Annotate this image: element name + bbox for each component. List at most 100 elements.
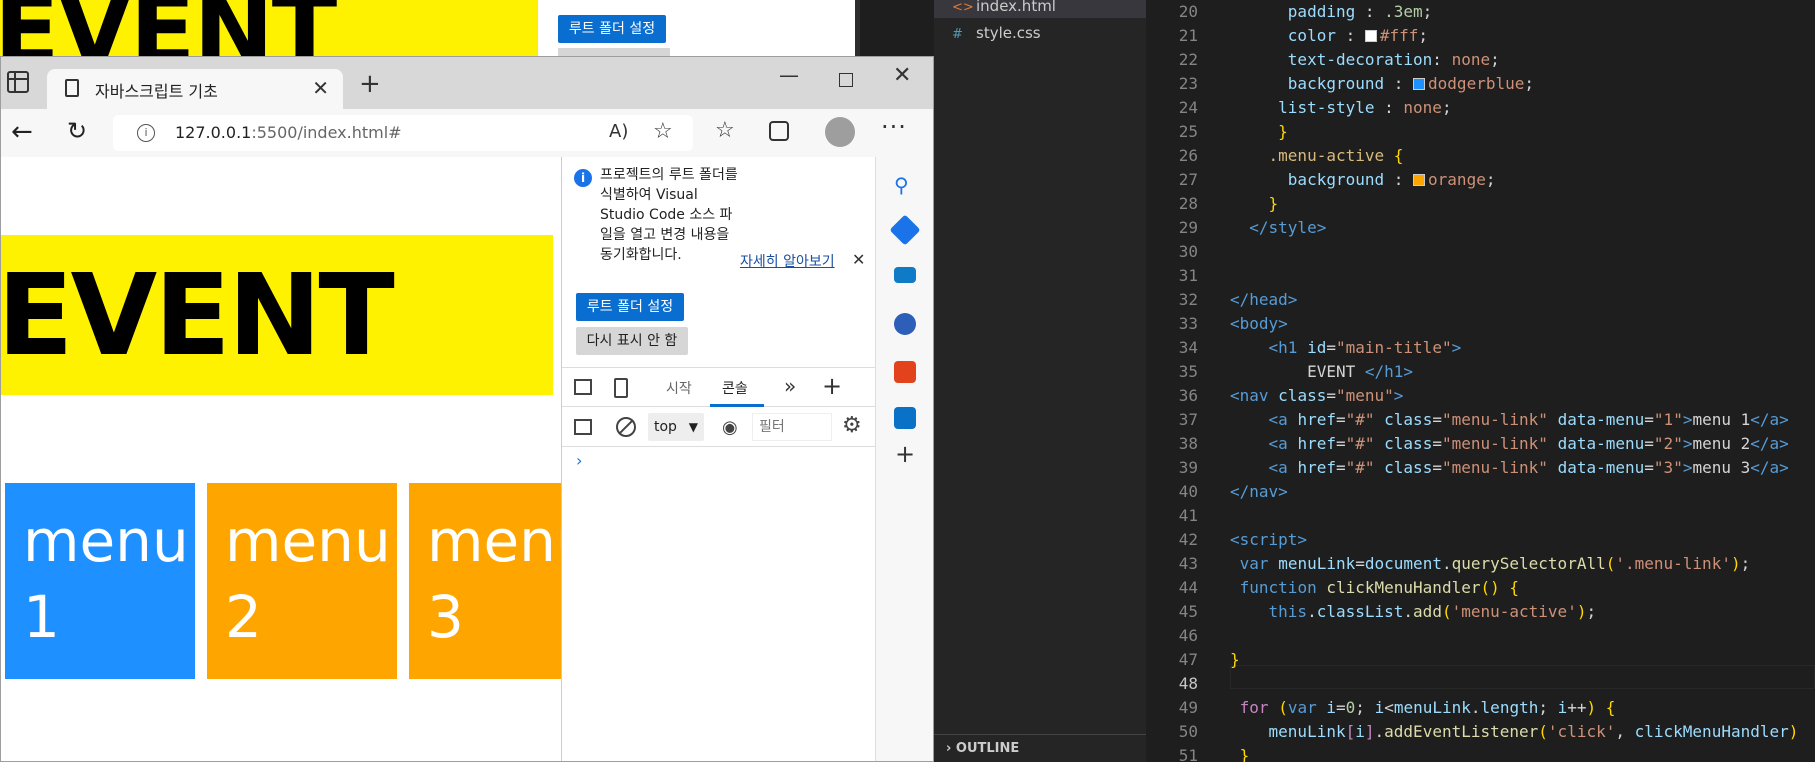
window-close-icon[interactable]: ✕ — [893, 63, 911, 88]
background-dont-show-button[interactable] — [558, 48, 670, 56]
code-line: 37 <a href="#" class="menu-link" data-me… — [1146, 408, 1815, 432]
read-aloud-icon[interactable]: A) — [609, 121, 628, 142]
js-keyword: function — [1239, 578, 1317, 597]
gear-icon[interactable]: ⚙ — [842, 413, 862, 438]
site-info-icon[interactable]: i — [137, 124, 155, 142]
console-toolbar: top ▼ ◉ ⚙ — [562, 407, 876, 447]
html-tag: <h1 — [1268, 338, 1298, 357]
html-attr: href — [1297, 458, 1336, 477]
line-number: 33 — [1178, 314, 1198, 333]
menu-link-2[interactable]: menu 2 — [207, 483, 397, 679]
devtools-tabs: 시작 콘솔 » + — [562, 367, 876, 407]
file-index-html[interactable]: <> index.html — [952, 0, 1056, 15]
code-line: 47} — [1146, 648, 1815, 672]
line-number: 28 — [1178, 194, 1198, 213]
color-swatch[interactable] — [1413, 78, 1426, 90]
code-line: 22 text-decoration: none; — [1146, 48, 1815, 72]
css-value: .3em — [1384, 2, 1423, 21]
js-variable: clickMenuHandler — [1634, 722, 1789, 741]
learn-more-link[interactable]: 자세히 알아보기 — [740, 251, 835, 271]
tab-actions-icon[interactable] — [7, 71, 29, 93]
add-tool-icon[interactable]: + — [822, 372, 842, 400]
line-number: 40 — [1178, 482, 1198, 501]
code-line: 21 color : #fff; — [1146, 24, 1815, 48]
file-style-css[interactable]: # style.css — [952, 24, 1041, 42]
tools-icon[interactable] — [894, 267, 916, 283]
favorites-icon[interactable]: ☆ — [715, 118, 735, 143]
line-number: 37 — [1178, 410, 1198, 429]
code-line: 33 <body> — [1146, 312, 1815, 336]
code-line: 29 </style> — [1146, 216, 1815, 240]
new-tab-icon[interactable]: + — [359, 69, 381, 99]
more-tabs-icon[interactable]: » — [784, 374, 796, 398]
dont-show-again-button[interactable]: 다시 표시 안 함 — [576, 327, 688, 355]
search-icon[interactable]: ⚲ — [894, 173, 916, 197]
page-icon — [65, 79, 79, 97]
background-vscode-activity-bar — [855, 0, 860, 56]
html-tag: </h1> — [1364, 362, 1414, 381]
code-line: 30 — [1146, 240, 1815, 264]
url-text[interactable]: 127.0.0.1:5500/index.html# — [175, 123, 402, 142]
filter-input[interactable] — [752, 413, 832, 441]
chevron-down-icon: ▼ — [688, 420, 698, 434]
profile-avatar[interactable] — [825, 117, 855, 147]
shopping-icon[interactable] — [889, 214, 921, 246]
menu-link-1[interactable]: menu 1 — [5, 483, 195, 679]
outlook-icon[interactable] — [894, 407, 916, 429]
html-string: "menu" — [1335, 386, 1394, 405]
color-swatch[interactable] — [1364, 30, 1377, 42]
js-variable: menuLink — [1278, 554, 1356, 573]
url-field[interactable]: i 127.0.0.1:5500/index.html# A) ☆ — [113, 115, 693, 151]
css-property: background — [1287, 74, 1385, 93]
tab-welcome[interactable]: 시작 — [666, 378, 692, 398]
background-root-folder-button[interactable]: 루트 폴더 설정 — [558, 15, 666, 43]
line-number: 29 — [1178, 218, 1198, 237]
css-value: dodgerblue — [1428, 74, 1525, 93]
html-attr: data-menu — [1557, 434, 1645, 453]
context-select[interactable]: top ▼ — [648, 413, 704, 441]
browser-tab[interactable]: 자바스크립트 기초 ✕ — [47, 69, 343, 109]
code-line: 31 — [1146, 264, 1815, 288]
add-favorite-icon[interactable]: ☆ — [653, 119, 673, 144]
code-line: 50 menuLink[i].addEventListener('click',… — [1146, 720, 1815, 744]
line-number: 45 — [1178, 602, 1198, 621]
code-line: 46 — [1146, 624, 1815, 648]
inspect-element-icon[interactable] — [574, 379, 592, 395]
console-sidebar-icon[interactable] — [574, 419, 592, 435]
html-tag: </style> — [1249, 218, 1327, 237]
menu-link-3[interactable]: menu 3 — [409, 483, 561, 679]
line-number: 23 — [1178, 74, 1198, 93]
js-variable: menuLink — [1268, 722, 1346, 741]
clear-console-icon[interactable] — [616, 417, 636, 437]
add-icon[interactable]: + — [894, 442, 916, 466]
tab-close-icon[interactable]: ✕ — [312, 76, 329, 100]
file-name: style.css — [976, 24, 1041, 42]
code-line: 43 var menuLink=document.querySelectorAl… — [1146, 552, 1815, 576]
css-property: color — [1287, 26, 1336, 45]
office-icon[interactable] — [894, 361, 916, 383]
html-tag: </a> — [1750, 458, 1789, 477]
outline-section[interactable]: › OUTLINE — [934, 734, 1146, 762]
maximize-icon[interactable] — [839, 73, 853, 87]
more-icon[interactable]: ··· — [881, 113, 907, 141]
background-browser-window: EVENT 루트 폴더 설정 — [0, 0, 860, 56]
collections-icon[interactable] — [769, 121, 789, 141]
set-root-folder-button[interactable]: 루트 폴더 설정 — [576, 293, 684, 321]
live-expression-icon[interactable]: ◉ — [722, 417, 738, 438]
page-viewport: EVENT menu 1 menu 2 menu 3 — [1, 157, 561, 761]
notice-close-icon[interactable]: ✕ — [852, 250, 865, 269]
color-swatch[interactable] — [1413, 174, 1426, 186]
chevron-right-icon: › — [946, 741, 952, 756]
back-arrow-icon[interactable]: ← — [11, 117, 33, 147]
reload-icon[interactable]: ↻ — [67, 117, 87, 145]
console-prompt[interactable]: › — [576, 451, 582, 470]
html-tag: <body> — [1230, 314, 1288, 333]
code-line: 23 background : dodgerblue; — [1146, 72, 1815, 96]
js-function: querySelectorAll — [1451, 554, 1606, 573]
code-line: 24 list-style : none; — [1146, 96, 1815, 120]
people-icon[interactable] — [894, 313, 916, 335]
code-editor[interactable]: 20 padding : .3em; 21 color : #fff; 22 t… — [1146, 0, 1815, 762]
device-emulation-icon[interactable] — [614, 378, 628, 398]
tab-console[interactable]: 콘솔 — [722, 378, 748, 398]
minimize-icon[interactable]: — — [779, 63, 799, 87]
